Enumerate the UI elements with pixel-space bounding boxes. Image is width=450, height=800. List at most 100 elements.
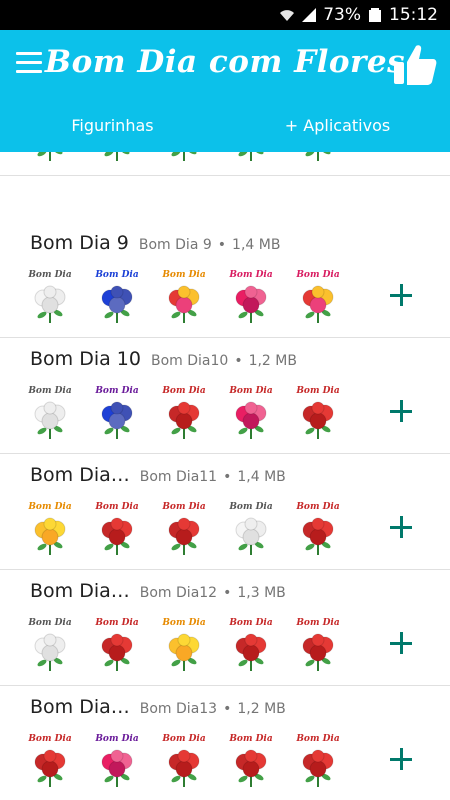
plus-icon[interactable] xyxy=(390,632,412,654)
sticker-caption: Bom Dia xyxy=(162,386,206,396)
pack-size: 1,2 MB xyxy=(237,701,286,717)
signal-icon xyxy=(302,8,317,22)
plus-icon[interactable] xyxy=(390,400,412,422)
sticker-thumbnail[interactable]: Bom Dia xyxy=(292,386,344,442)
sticker-caption: Bom Dia xyxy=(95,734,139,744)
pack-header: Bom Dia… Bom Dia13 • 1,2 MB xyxy=(30,696,286,718)
sticker-thumbnails: Bom Dia Bom Dia Bom Dia Bom Dia xyxy=(24,386,344,442)
pack-meta: Bom Dia 9 • 1,4 MB xyxy=(139,237,281,253)
sticker-thumbnails: Bom Dia Bom Dia Bom Dia Bom Dia xyxy=(24,270,344,326)
sticker-thumbnail[interactable]: Bom Dia xyxy=(91,152,143,164)
status-icons: 73% 15:12 xyxy=(279,5,438,25)
sticker-thumbnail[interactable]: Bom Dia xyxy=(158,152,210,164)
plus-icon[interactable] xyxy=(390,516,412,538)
pack-publisher: Bom Dia 9 xyxy=(138,237,212,253)
sticker-thumbnail[interactable]: Bom Dia xyxy=(158,386,210,442)
pack-meta: Bom Dia12 • 1,3 MB xyxy=(140,585,286,601)
sticker-thumbnail[interactable]: Bom Dia xyxy=(91,386,143,442)
sticker-thumbnail[interactable]: Bom Dia xyxy=(158,270,210,326)
sticker-thumbnails: Bom Dia Bom Dia Bom Dia Bom Dia xyxy=(24,618,344,674)
tab-aplicativos[interactable]: + Aplicativos xyxy=(225,100,450,152)
pack-meta: Bom Dia10 • 1,2 MB xyxy=(151,353,297,369)
sticker-thumbnail[interactable]: Bom Dia xyxy=(292,270,344,326)
app-title: Bom Dia com Flores xyxy=(44,44,406,80)
pack-header: Bom Dia 10 Bom Dia10 • 1,2 MB xyxy=(30,348,297,370)
sticker-pack-list[interactable]: Bom Dia Bom Dia Bom Dia Bom Dia xyxy=(0,152,450,800)
sticker-thumbnail[interactable]: Bom Dia xyxy=(91,734,143,790)
sticker-thumbnail[interactable]: Bom Dia xyxy=(24,618,76,674)
sticker-thumbnail[interactable]: Bom Dia xyxy=(24,152,76,164)
meta-separator: • xyxy=(217,237,227,253)
sticker-thumbnail[interactable]: Bom Dia xyxy=(91,502,143,558)
sticker-thumbnail[interactable]: Bom Dia xyxy=(292,502,344,558)
sticker-pack-row[interactable]: Bom Dia 10 Bom Dia10 • 1,2 MB Bom Dia Bom … xyxy=(0,338,450,454)
sticker-thumbnail[interactable]: Bom Dia xyxy=(24,386,76,442)
clock: 15:12 xyxy=(389,5,438,25)
sticker-thumbnail[interactable]: Bom Dia xyxy=(225,502,277,558)
meta-separator: • xyxy=(234,353,243,369)
sticker-thumbnail[interactable]: Bom Dia xyxy=(24,270,76,326)
sticker-caption: Bom Dia xyxy=(162,502,206,512)
pack-meta: Bom Dia13 • 1,2 MB xyxy=(140,701,286,717)
pack-name: Bom Dia… xyxy=(30,580,130,602)
pack-size: 1,4 MB xyxy=(237,469,286,485)
pack-name: Bom Dia 10 xyxy=(30,348,141,370)
sticker-thumbnail[interactable]: Bom Dia xyxy=(91,270,143,326)
sticker-pack-row[interactable]: Bom Dia… Bom Dia12 • 1,3 MB Bom Dia Bom Di… xyxy=(0,570,450,686)
sticker-caption: Bom Dia xyxy=(162,734,206,744)
pack-header: Bom Dia… Bom Dia11 • 1,4 MB xyxy=(30,464,286,486)
sticker-thumbnail[interactable]: Bom Dia xyxy=(225,152,277,164)
sticker-caption: Bom Dia xyxy=(229,502,273,512)
sticker-caption: Bom Dia xyxy=(296,386,340,396)
sticker-caption: Bom Dia xyxy=(28,734,72,744)
sticker-caption: Bom Dia xyxy=(162,270,206,280)
pack-publisher: Bom Dia12 xyxy=(139,585,218,601)
sticker-pack-row[interactable]: Bom Dia 9 Bom Dia 9 • 1,4 MB Bom Dia Bom D… xyxy=(0,222,450,338)
sticker-thumbnail[interactable]: Bom Dia xyxy=(292,734,344,790)
sticker-thumbnail[interactable]: Bom Dia xyxy=(225,618,277,674)
sticker-thumbnail[interactable]: Bom Dia xyxy=(292,152,344,164)
tab-figurinhas[interactable]: Figurinhas xyxy=(0,100,225,152)
sticker-thumbnail[interactable]: Bom Dia xyxy=(158,618,210,674)
sticker-thumbnail[interactable]: Bom Dia xyxy=(225,270,277,326)
sticker-caption: Bom Dia xyxy=(296,618,340,628)
sticker-thumbnail[interactable]: Bom Dia xyxy=(24,734,76,790)
sticker-caption: Bom Dia xyxy=(28,618,72,628)
pack-header: Bom Dia… Bom Dia12 • 1,3 MB xyxy=(30,580,286,602)
sticker-caption: Bom Dia xyxy=(229,734,273,744)
sticker-caption: Bom Dia xyxy=(296,270,340,280)
battery-icon xyxy=(369,8,381,22)
pack-meta: Bom Dia11 • 1,4 MB xyxy=(140,469,286,485)
sticker-thumbnail[interactable]: Bom Dia xyxy=(292,618,344,674)
sticker-caption: Bom Dia xyxy=(28,386,72,396)
pack-publisher: Bom Dia11 xyxy=(139,469,218,485)
sticker-pack-row[interactable]: Bom Dia… Bom Dia11 • 1,4 MB Bom Dia Bom Di… xyxy=(0,454,450,570)
plus-icon[interactable] xyxy=(390,284,412,306)
sticker-caption: Bom Dia xyxy=(95,270,139,280)
sticker-thumbnail[interactable]: Bom Dia xyxy=(158,502,210,558)
plus-icon[interactable] xyxy=(390,748,412,770)
sticker-caption: Bom Dia xyxy=(28,270,72,280)
sticker-caption: Bom Dia xyxy=(296,734,340,744)
sticker-caption: Bom Dia xyxy=(95,386,139,396)
pack-name: Bom Dia… xyxy=(30,464,130,486)
pack-name: Bom Dia… xyxy=(30,696,130,718)
sticker-caption: Bom Dia xyxy=(229,618,273,628)
sticker-thumbnail[interactable]: Bom Dia xyxy=(91,618,143,674)
sticker-thumbnail[interactable]: Bom Dia xyxy=(24,502,76,558)
pack-size: 1,2 MB xyxy=(248,353,297,369)
sticker-caption: Bom Dia xyxy=(229,270,273,280)
sticker-thumbnails: Bom Dia Bom Dia Bom Dia Bom Dia xyxy=(24,734,344,790)
sticker-thumbnail[interactable]: Bom Dia xyxy=(225,386,277,442)
thumbs-up-icon[interactable] xyxy=(392,42,438,88)
sticker-thumbnail[interactable]: Bom Dia xyxy=(225,734,277,790)
sticker-caption: Bom Dia xyxy=(229,386,273,396)
battery-level: 73% xyxy=(323,5,361,25)
sticker-thumbnail[interactable]: Bom Dia xyxy=(158,734,210,790)
wifi-icon xyxy=(280,10,295,21)
status-bar: 73% 15:12 xyxy=(0,0,450,30)
pack-header: Bom Dia 9 Bom Dia 9 • 1,4 MB xyxy=(30,232,280,254)
sticker-pack-row[interactable]: Bom Dia… Bom Dia13 • 1,2 MB Bom Dia Bom Di… xyxy=(0,686,450,800)
pack-size: 1,4 MB xyxy=(232,237,281,253)
sticker-pack-row[interactable]: Bom Dia Bom Dia Bom Dia Bom Dia xyxy=(0,152,450,176)
